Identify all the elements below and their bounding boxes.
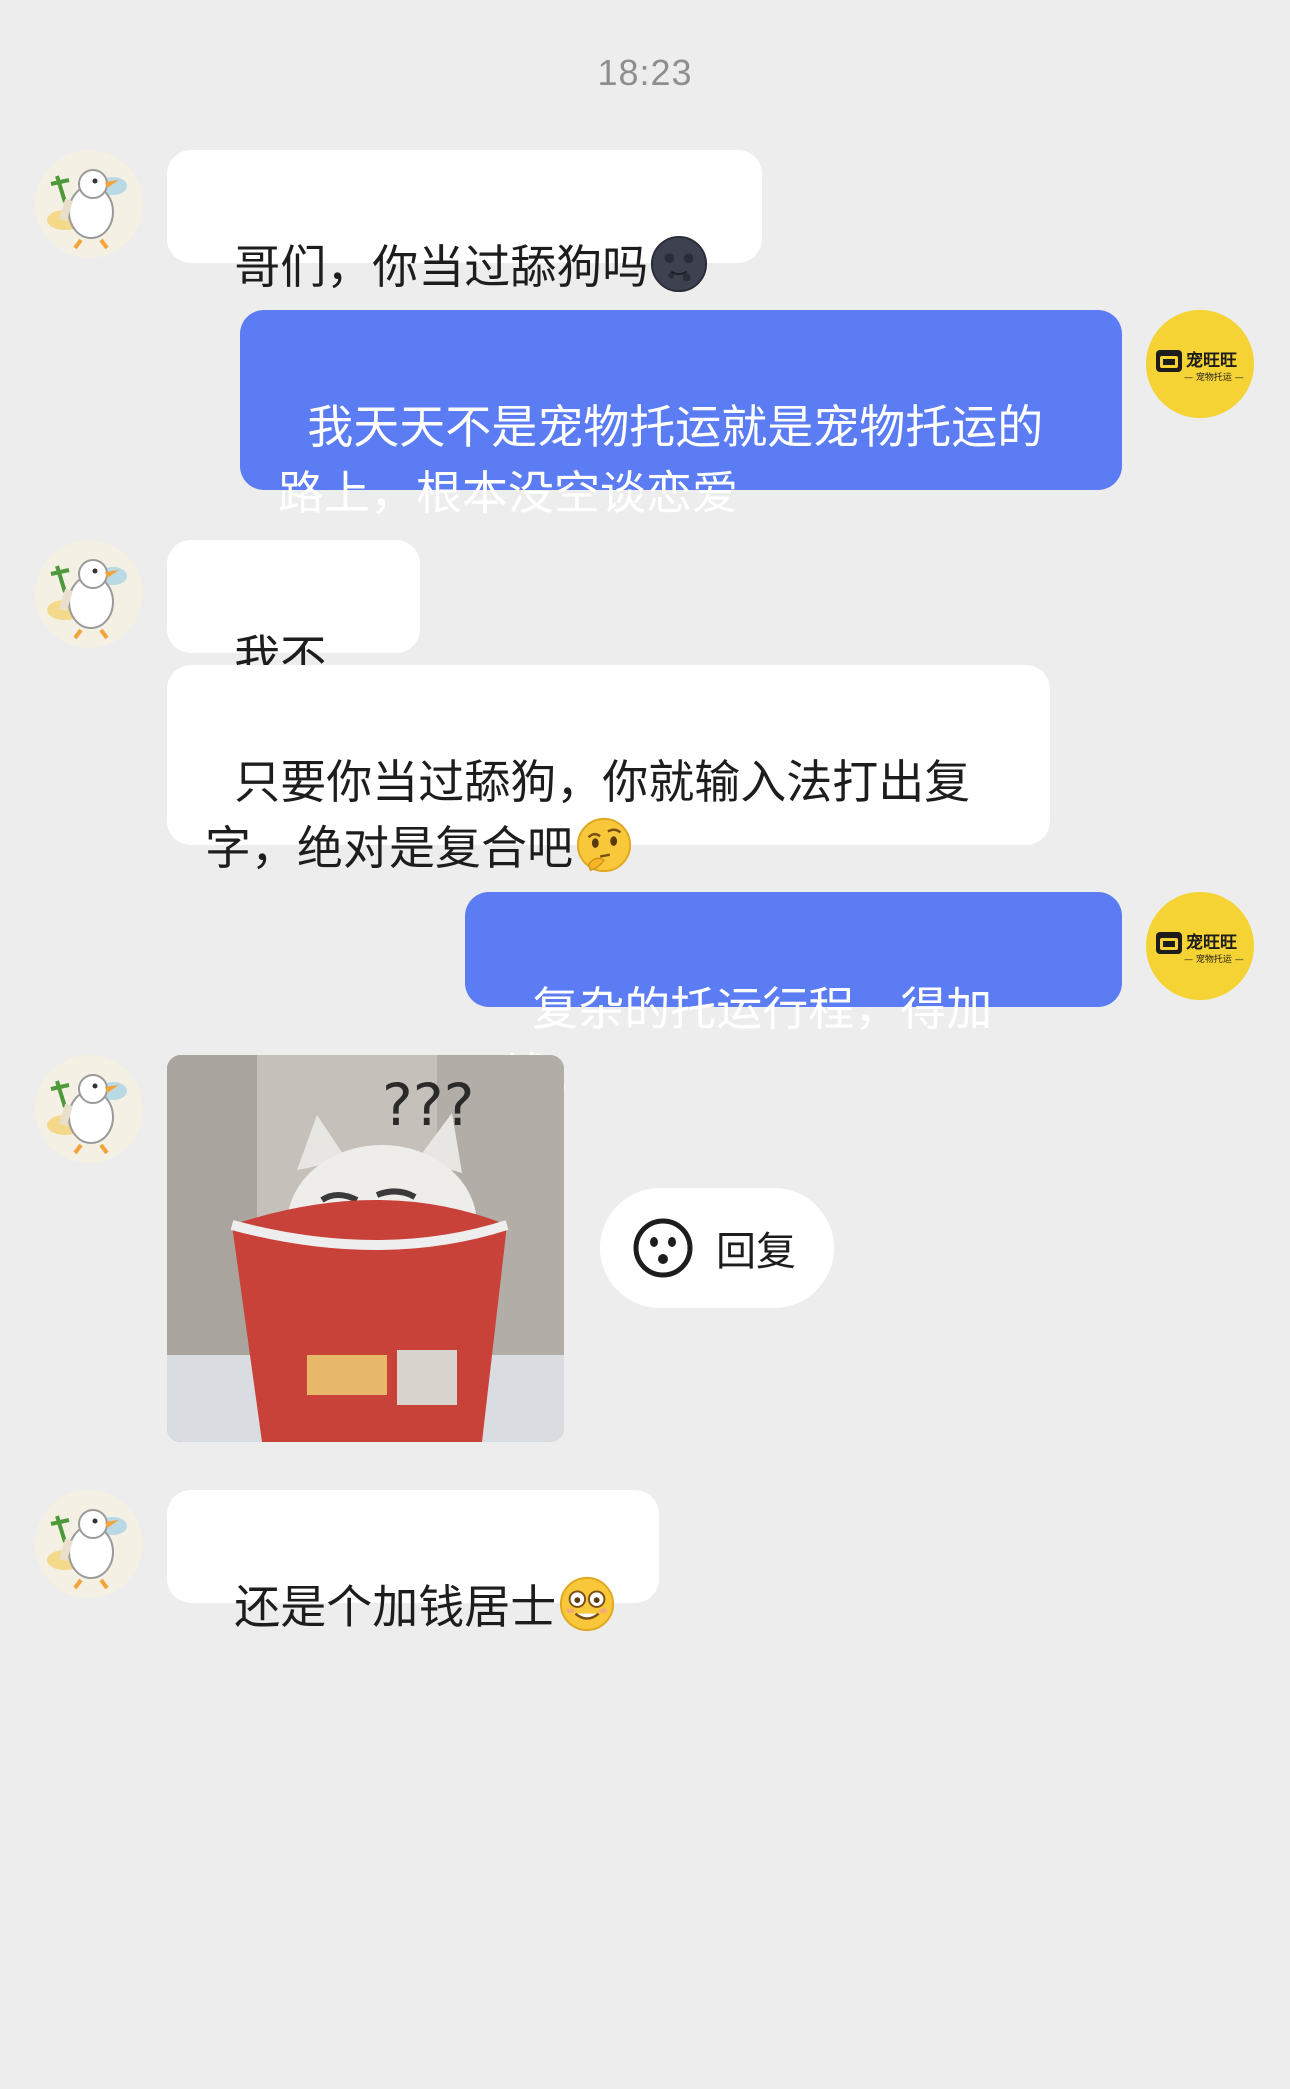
message-bubble-outgoing[interactable]: 我天天不是宠物托运就是宠物托运的路上，根本没空谈恋爱 [240,310,1122,520]
flushed-grin-face-icon [560,1576,615,1632]
sticker-caption: ??? [382,1071,474,1139]
my-avatar[interactable]: 宠旺旺 — 宠物托运 — [1146,892,1254,1000]
duck-avatar-icon [35,150,143,258]
duck-avatar-icon [35,1055,143,1163]
contact-avatar[interactable] [35,540,143,648]
contact-avatar[interactable] [35,150,143,258]
dark-moon-face-icon [651,235,708,293]
message-bubble-incoming[interactable]: 哥们，你当过舔狗吗 [167,150,762,294]
thinking-face-icon [576,817,632,873]
reply-button[interactable]: 回复 [600,1188,834,1308]
contact-avatar[interactable] [35,1055,143,1163]
message-bubble-incoming[interactable]: 只要你当过舔狗，你就输入法打出复字，绝对是复合吧 [167,665,1050,875]
message-text: 我天天不是宠物托运就是宠物托运的路上，根本没空谈恋爱 [278,400,1044,520]
my-avatar[interactable]: 宠旺旺 — 宠物托运 — [1146,310,1254,418]
duck-avatar-icon [35,540,143,648]
brand-logo-subtext: — 宠物托运 — [1184,955,1244,965]
reply-button-label: 回复 [716,1229,796,1275]
message-bubble-incoming[interactable]: 还是个加钱居士 [167,1490,659,1634]
duck-avatar-icon [35,1490,143,1598]
message-text: 哥们，你当过舔狗吗 [234,240,649,294]
message-text: 还是个加钱居士 [234,1580,557,1634]
brand-logo-text: 宠旺旺 [1186,351,1237,371]
cat-in-cup-sticker-icon: ??? [167,1055,564,1442]
contact-avatar[interactable] [35,1490,143,1598]
message-text: 复杂的托运行程，得加钱。 [503,982,993,1102]
timestamp: 18:23 [597,52,693,93]
brand-logo-subtext: — 宠物托运 — [1184,373,1244,383]
message-bubble-incoming[interactable]: 我不信! [167,540,420,750]
sticker-image[interactable]: ??? [167,1055,564,1442]
emoji-face-icon [633,1218,693,1278]
brand-logo-text: 宠旺旺 [1186,933,1237,953]
message-bubble-outgoing[interactable]: 复杂的托运行程，得加钱。 [465,892,1122,1102]
